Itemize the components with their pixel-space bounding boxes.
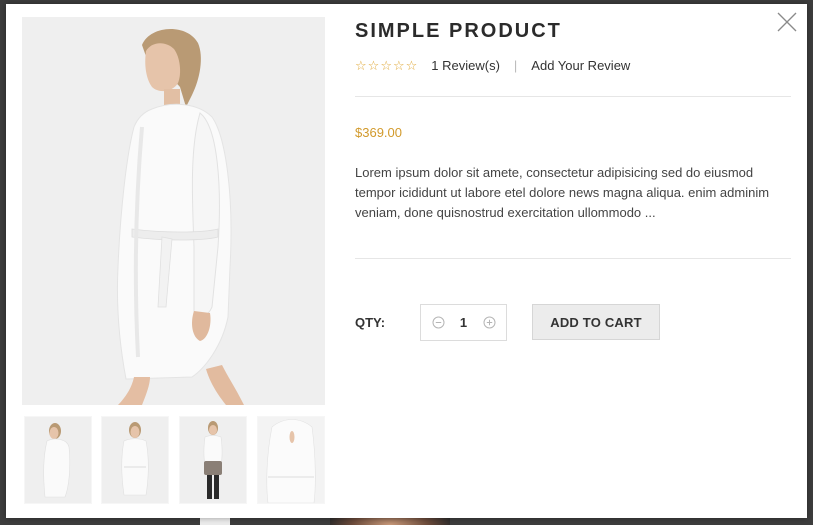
qty-label: QTY: xyxy=(355,315,386,330)
thumbnail-with-bag[interactable] xyxy=(179,416,247,504)
product-description: Lorem ipsum dolor sit amete, consectetur… xyxy=(355,165,770,220)
product-title: SIMPLE PRODUCT xyxy=(355,20,562,42)
star-outline-icon: ☆ xyxy=(367,57,380,73)
star-outline-icon: ☆ xyxy=(380,57,392,73)
thumbnail-side-view[interactable] xyxy=(24,416,92,504)
star-outline-icon: ☆ xyxy=(392,57,405,73)
product-price: $369.00 xyxy=(355,125,402,140)
star-rating: ☆ ☆ ☆ ☆ ☆ xyxy=(355,59,417,72)
divider xyxy=(355,96,791,97)
add-to-cart-button[interactable]: ADD TO CART xyxy=(532,304,660,340)
quantity-input[interactable] xyxy=(449,314,478,331)
reviews-link[interactable]: 1 Review(s) xyxy=(431,58,500,73)
rating-row: ☆ ☆ ☆ ☆ ☆ 1 Review(s) | Add Your Review xyxy=(355,56,630,74)
minus-circle-icon xyxy=(432,316,444,329)
thumbnail-back-view[interactable] xyxy=(257,416,325,504)
star-outline-icon: ☆ xyxy=(355,57,367,73)
model-in-white-dress-illustration xyxy=(22,17,325,405)
plus-circle-icon xyxy=(483,316,495,329)
quick-view-modal: SIMPLE PRODUCT ☆ ☆ ☆ ☆ ☆ 1 Review(s) | A… xyxy=(6,4,807,518)
close-icon xyxy=(777,12,797,32)
thumbnail-front-view[interactable] xyxy=(101,416,169,504)
close-button[interactable] xyxy=(775,10,799,34)
quantity-stepper xyxy=(420,304,507,341)
separator: | xyxy=(513,57,518,73)
qty-decrease-button[interactable] xyxy=(427,312,449,334)
main-product-image xyxy=(22,17,325,405)
qty-increase-button[interactable] xyxy=(478,312,500,334)
divider xyxy=(355,258,791,259)
add-review-link[interactable]: Add Your Review xyxy=(531,58,630,73)
star-outline-icon: ☆ xyxy=(405,57,418,73)
